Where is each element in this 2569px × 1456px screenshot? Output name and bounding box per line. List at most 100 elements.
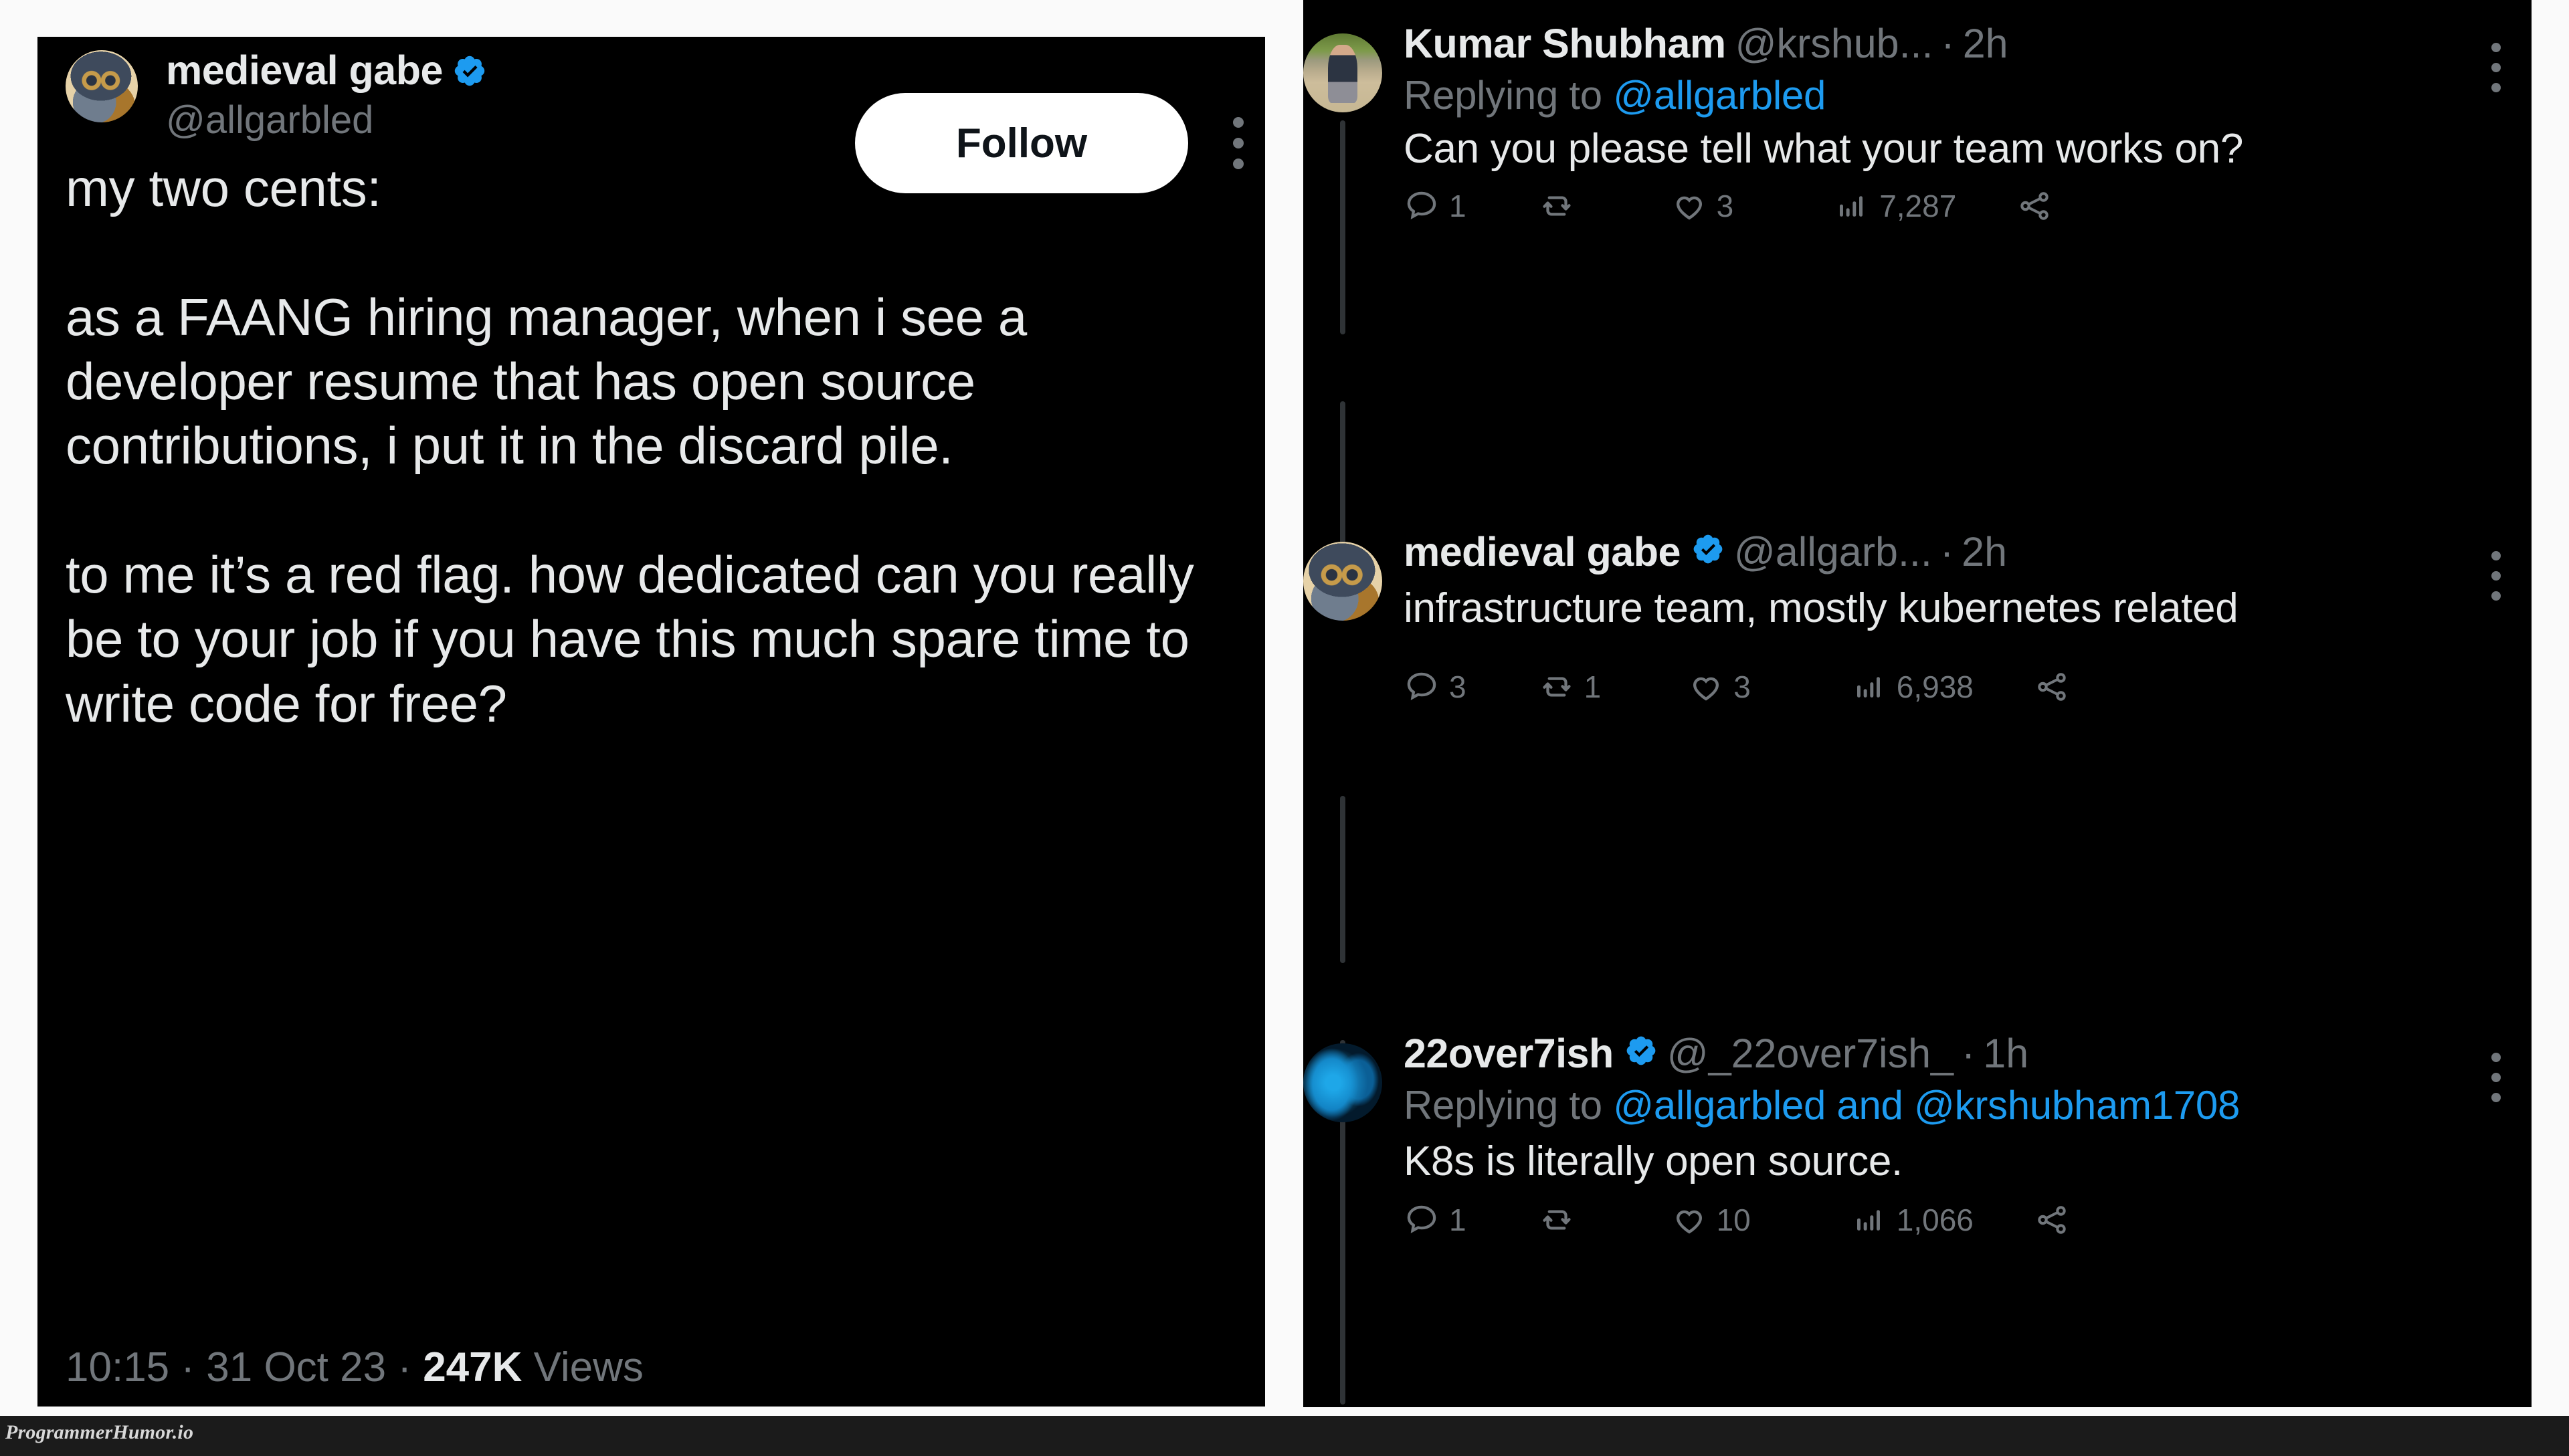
separator-dot: · — [1939, 529, 1954, 575]
reply-text: Can you please tell what your team works… — [1404, 126, 2244, 173]
share-icon — [2016, 188, 2053, 224]
watermark-bar: ProgrammerHumor.io — [0, 1416, 2569, 1456]
heart-icon — [1671, 188, 1707, 224]
reply-author-name[interactable]: medieval gabe — [1404, 528, 1681, 575]
reply-content: 22over7ish @_22over7ish_ · 1h Replying t… — [1404, 1030, 2525, 1238]
reply-author-handle[interactable]: @allgarb... — [1734, 528, 1932, 575]
comment-icon — [1404, 669, 1440, 705]
reply-action-comment[interactable]: 1 — [1404, 188, 1466, 224]
tweet-time: 10:15 — [66, 1344, 170, 1390]
more-options-icon[interactable] — [2491, 551, 2501, 601]
replying-to-prefix: Replying to — [1404, 1083, 1614, 1128]
replying-to-mention[interactable]: @allgarbled — [1613, 1083, 1826, 1128]
screenshot-stage: medieval gabe @allgarbled Follow my two … — [0, 0, 2569, 1456]
analytics-icon — [1834, 188, 1870, 224]
main-tweet-panel: medieval gabe @allgarbled Follow my two … — [37, 37, 1265, 1407]
analytics-icon — [1851, 669, 1887, 705]
verified-badge-icon — [1624, 1030, 1658, 1077]
kebab-dot — [2491, 591, 2501, 601]
reply-action-views[interactable]: 7,287 — [1834, 188, 1956, 224]
retweet-count: 1 — [1584, 669, 1602, 705]
avatar[interactable] — [1303, 33, 1382, 112]
reply-action-views[interactable]: 6,938 — [1851, 669, 1974, 705]
tweet-date: 31 Oct 23 — [206, 1344, 387, 1390]
reply-action-like[interactable]: 3 — [1688, 669, 1751, 705]
main-tweet-header: medieval gabe @allgarbled Follow — [66, 47, 1265, 193]
reply-action-share[interactable] — [2034, 1202, 2070, 1238]
kebab-dot — [2491, 551, 2501, 560]
reply-action-retweet[interactable]: 1 — [1539, 669, 1602, 705]
author-identity[interactable]: medieval gabe @allgarbled — [166, 47, 487, 143]
reply-action-share[interactable] — [2016, 188, 2053, 224]
separator-dot: · — [1961, 1031, 1976, 1076]
verified-badge-icon — [452, 51, 487, 97]
like-count: 3 — [1733, 669, 1751, 705]
meta-separator-2: · — [386, 1344, 423, 1390]
reply-header: 22over7ish @_22over7ish_ · 1h — [1404, 1030, 2525, 1077]
tweet-views-count: 247K — [423, 1344, 522, 1390]
replying-to-mention[interactable]: @krshubham1708 — [1914, 1083, 2240, 1128]
views-count: 6,938 — [1896, 669, 1974, 705]
avatar[interactable] — [66, 50, 138, 122]
comment-icon — [1404, 1202, 1440, 1238]
tweet-views-label: Views — [533, 1344, 644, 1390]
comment-count: 1 — [1449, 189, 1466, 224]
reply-action-bar: 3 1 3 6,938 — [1404, 669, 2525, 705]
kebab-dot — [2491, 1053, 2501, 1062]
retweet-icon — [1539, 188, 1575, 224]
thread-connector-line — [1340, 796, 1345, 963]
avatar[interactable] — [1303, 542, 1382, 621]
reply-timestamp: 2h — [1962, 21, 2008, 66]
reply-content: Kumar Shubham @krshub... · 2h Replying t… — [1404, 20, 2525, 224]
reply-author-name[interactable]: Kumar Shubham — [1404, 20, 1726, 67]
heart-icon — [1688, 669, 1724, 705]
more-options-icon[interactable] — [2491, 43, 2501, 92]
reply-action-retweet[interactable] — [1539, 1202, 1584, 1238]
separator-dot: · — [1941, 21, 1955, 66]
reply-header: medieval gabe @allgarb... · 2h — [1404, 528, 2525, 575]
retweet-icon — [1539, 669, 1575, 705]
views-count: 7,287 — [1879, 189, 1957, 224]
reply-action-like[interactable]: 10 — [1671, 1202, 1751, 1238]
reply-action-comment[interactable]: 1 — [1404, 1202, 1466, 1238]
author-handle[interactable]: @allgarbled — [166, 98, 487, 143]
reply-author-handle[interactable]: @_22over7ish_ — [1667, 1030, 1954, 1077]
comment-icon — [1404, 188, 1440, 224]
comment-count: 1 — [1449, 1203, 1466, 1238]
author-display-name-row: medieval gabe — [166, 47, 487, 97]
reply-content: medieval gabe @allgarb... · 2h infrastru… — [1404, 528, 2525, 705]
replying-to-line: Replying to @allgarbled and @krshubham17… — [1404, 1081, 2525, 1130]
main-tweet-metadata: 10:15 · 31 Oct 23 · 247K Views — [66, 1344, 644, 1391]
reply-text: infrastructure team, mostly kubernetes r… — [1404, 585, 2239, 631]
main-tweet-text: my two cents: as a FAANG hiring manager,… — [66, 159, 1194, 733]
share-icon — [2034, 1202, 2070, 1238]
meta-separator-1: · — [169, 1344, 207, 1390]
author-display-name: medieval gabe — [166, 47, 443, 93]
replying-to-prefix: Replying to — [1404, 73, 1614, 118]
views-count: 1,066 — [1896, 1203, 1974, 1238]
kebab-dot — [2491, 43, 2501, 52]
reply-action-views[interactable]: 1,066 — [1851, 1202, 1974, 1238]
kebab-dot — [2491, 63, 2501, 72]
reply-action-bar: 1 10 1,066 — [1404, 1202, 2525, 1238]
reply-author-name[interactable]: 22over7ish — [1404, 1030, 1614, 1077]
comment-count: 3 — [1449, 669, 1466, 705]
replying-to-mention[interactable]: @allgarbled — [1613, 73, 1826, 118]
reply-thread-panel: Kumar Shubham @krshub... · 2h Replying t… — [1303, 0, 2532, 1407]
avatar[interactable] — [1303, 1043, 1382, 1122]
like-count: 3 — [1716, 189, 1734, 224]
reply-action-like[interactable]: 3 — [1671, 188, 1734, 224]
reply-author-handle[interactable]: @krshub... — [1735, 20, 1933, 67]
reply-action-share[interactable] — [2034, 669, 2070, 705]
kebab-dot — [2491, 83, 2501, 92]
thread-connector-line — [1340, 120, 1345, 334]
heart-icon — [1671, 1202, 1707, 1238]
kebab-dot — [2491, 1093, 2501, 1102]
reply-timestamp: 1h — [1983, 1031, 2029, 1076]
more-options-icon[interactable] — [2491, 1053, 2501, 1102]
reply-action-comment[interactable]: 3 — [1404, 669, 1466, 705]
analytics-icon — [1851, 1202, 1887, 1238]
reply-header: Kumar Shubham @krshub... · 2h — [1404, 20, 2525, 67]
replying-to-line: Replying to @allgarbled — [1404, 71, 2525, 120]
reply-action-retweet[interactable] — [1539, 188, 1584, 224]
